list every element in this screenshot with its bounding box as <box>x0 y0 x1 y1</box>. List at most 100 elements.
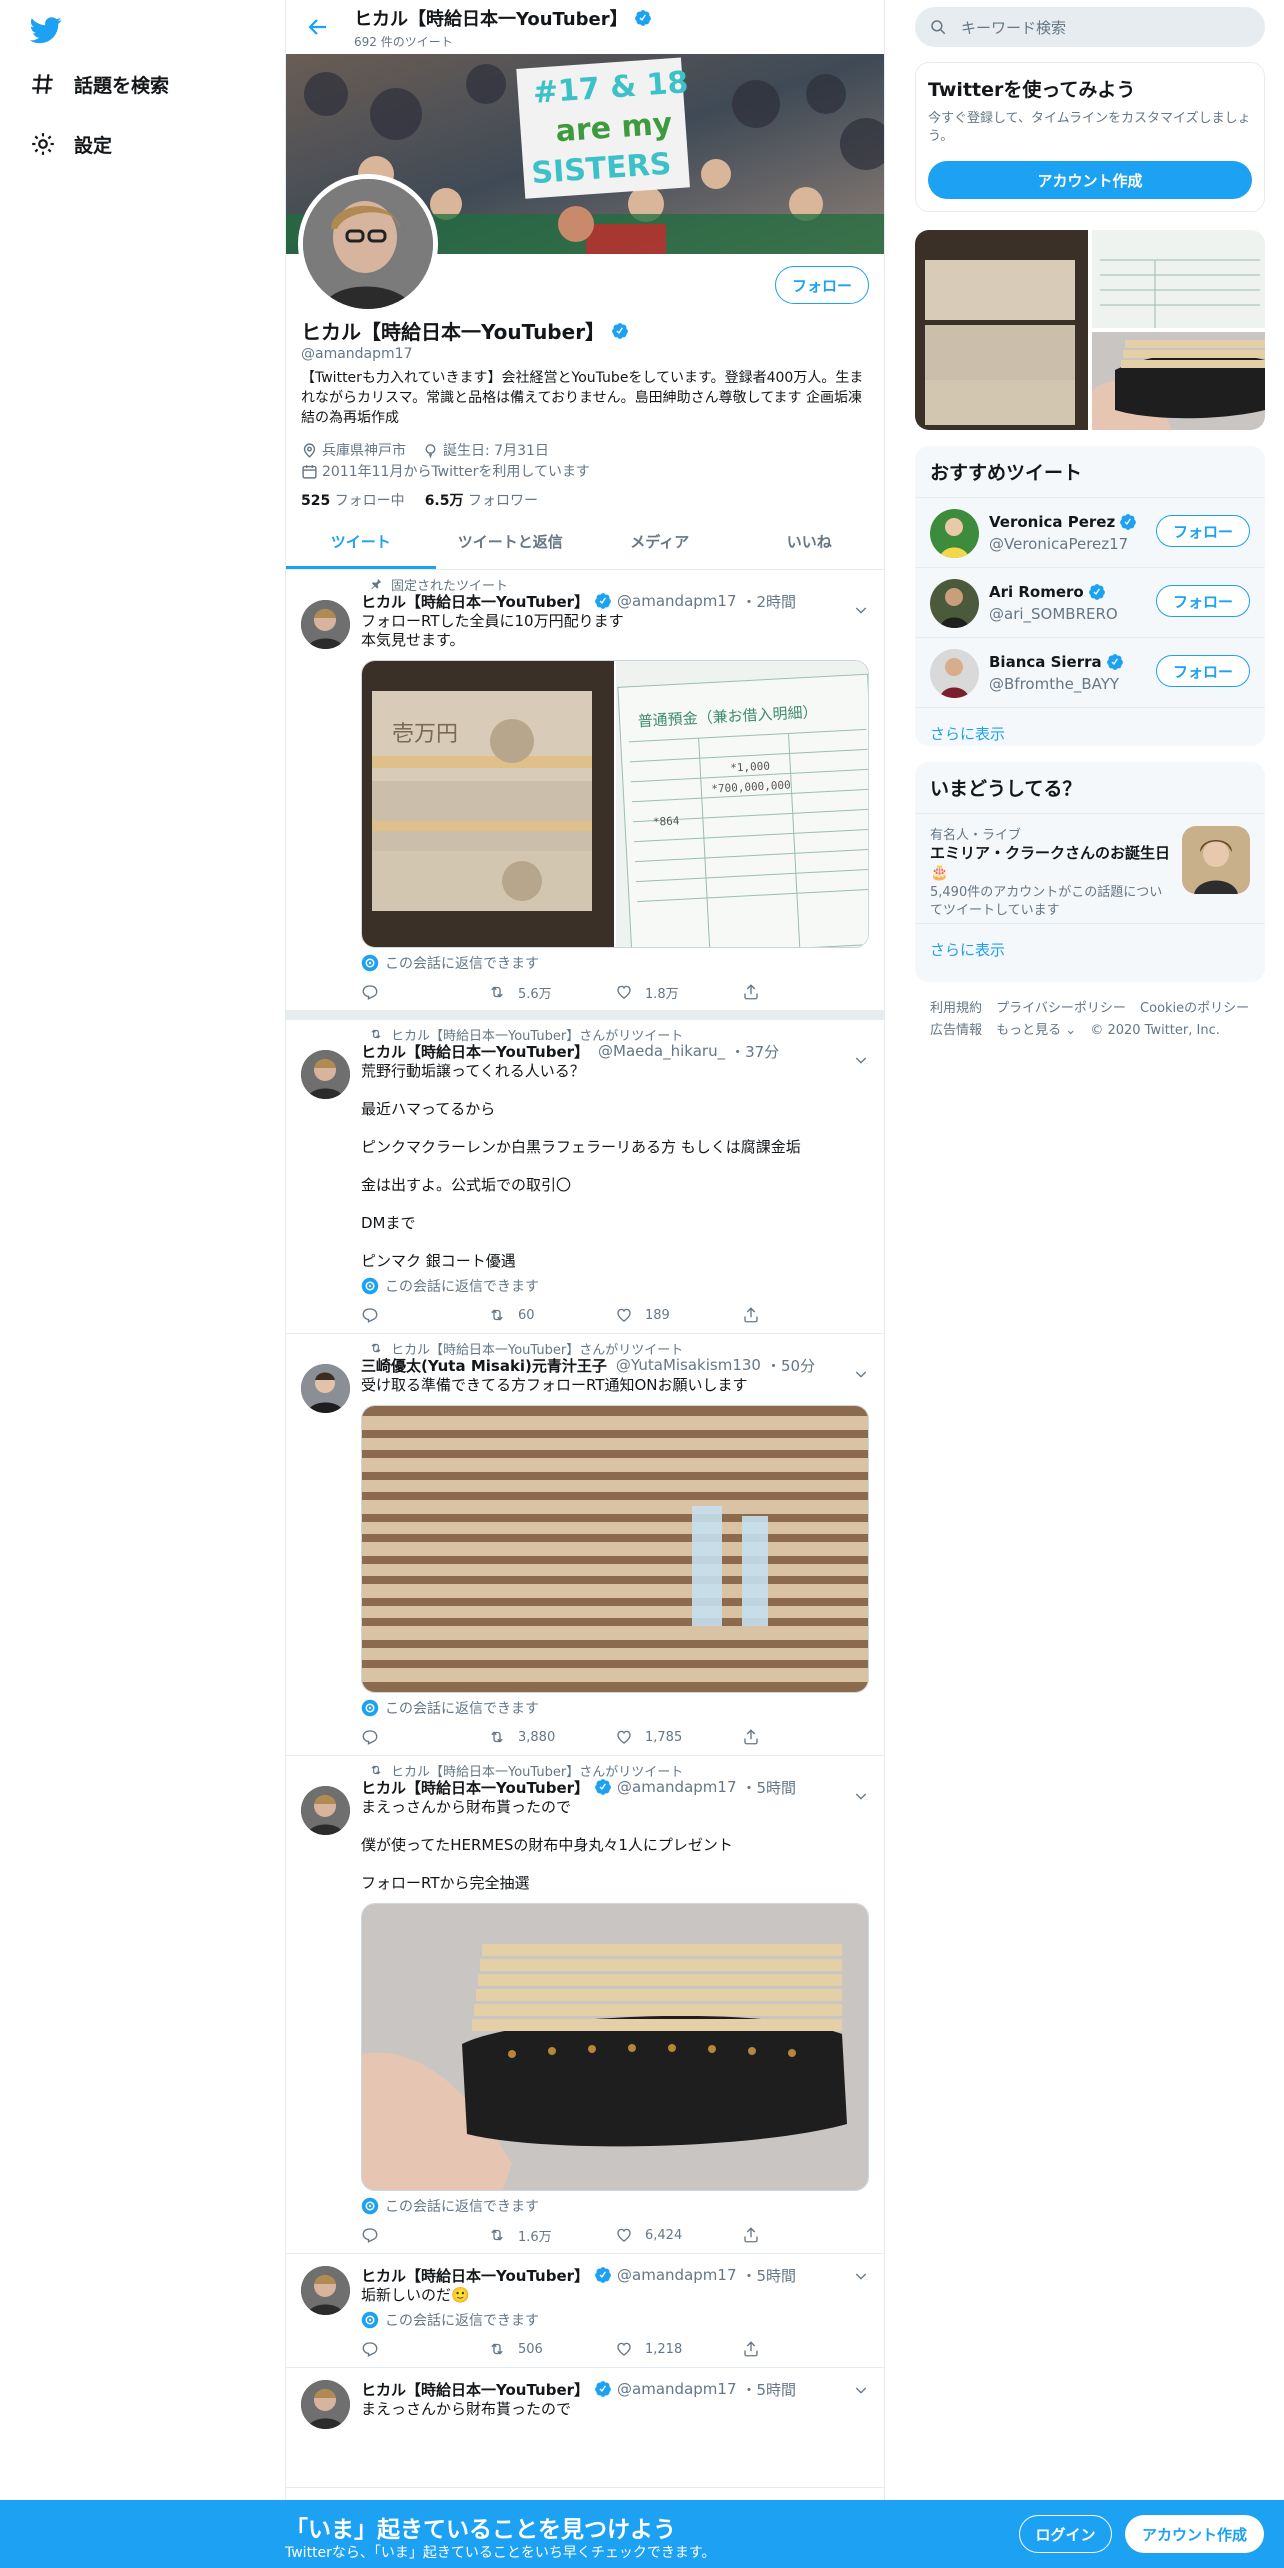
suggested-user[interactable]: Bianca Sierra @Bfromthe_BAYY フォロー <box>915 637 1265 707</box>
tweet[interactable]: ヒカル【時給日本一YouTuber】さんがリツイート 三崎優太(Yuta Mis… <box>286 1334 884 1756</box>
share-button[interactable] <box>742 983 869 1001</box>
tweet-avatar[interactable] <box>301 1786 350 1835</box>
retweet-button[interactable]: 506 <box>488 2340 615 2358</box>
suggested-user-avatar[interactable] <box>930 509 979 558</box>
like-button[interactable]: 1,785 <box>615 1728 742 1746</box>
tweet-avatar[interactable] <box>301 1050 350 1099</box>
tweet[interactable]: ヒカル【時給日本一YouTuber】 @amandapm17 ・5時間 まえっさん… <box>286 2368 884 2488</box>
profile-follow-button[interactable]: フォロー <box>774 266 869 304</box>
tweet[interactable]: ヒカル【時給日本一YouTuber】さんがリツイート ヒカル【時給日本一YouT… <box>286 1756 884 2254</box>
tweet-time[interactable]: ・2時間 <box>741 591 796 612</box>
share-button[interactable] <box>742 2340 869 2358</box>
tweet-author-name[interactable]: ヒカル【時給日本一YouTuber】 <box>361 1777 589 1798</box>
suggested-user-avatar[interactable] <box>930 649 979 698</box>
nav-item-settings[interactable]: 設定 <box>30 126 112 162</box>
chevron-down-icon[interactable] <box>853 2382 869 2398</box>
signup-button[interactable]: アカウント作成 <box>1125 2515 1264 2553</box>
chevron-down-icon[interactable] <box>853 1366 869 1382</box>
retweet-button[interactable]: 1.6万 <box>488 2226 615 2245</box>
retweet-button[interactable]: 3,880 <box>488 1728 615 1746</box>
tweet-author-name[interactable]: 三崎優太(Yuta Misaki)元青汁王子 <box>361 1355 607 1376</box>
create-account-button[interactable]: アカウント作成 <box>928 161 1252 199</box>
following-stat[interactable]: 525 フォロー中 <box>301 490 405 510</box>
tab-likes[interactable]: いいね <box>735 514 885 569</box>
reply-restriction-text: この会話に返信できます <box>385 1701 539 1717</box>
tweet-time[interactable]: ・50分 <box>766 1355 815 1376</box>
reply-button[interactable] <box>361 2340 488 2358</box>
follow-button[interactable]: フォロー <box>1155 655 1250 687</box>
tweet-time[interactable]: ・37分 <box>730 1041 779 1062</box>
tweet-media[interactable] <box>361 1405 869 1693</box>
suggested-user-avatar[interactable] <box>930 579 979 628</box>
tweet-time[interactable]: ・5時間 <box>741 2265 796 2286</box>
suggested-user-handle: @Bfromthe_BAYY <box>989 675 1120 693</box>
follow-button[interactable]: フォロー <box>1155 515 1250 547</box>
tweet-actions: 5.6万 1.8万 <box>361 974 869 1010</box>
tab-media[interactable]: メディア <box>585 514 735 569</box>
like-button[interactable]: 6,424 <box>615 2226 742 2244</box>
share-button[interactable] <box>742 2226 869 2244</box>
reply-button[interactable] <box>361 1306 488 1324</box>
tweet-author-name[interactable]: ヒカル【時給日本一YouTuber】 <box>361 2379 589 2400</box>
footer-link-ads[interactable]: 広告情報 <box>930 1023 982 1038</box>
show-more-link[interactable]: さらに表示 <box>915 707 1265 746</box>
tweet-author-name[interactable]: ヒカル【時給日本一YouTuber】 <box>361 2265 589 2286</box>
reply-icon <box>361 1728 379 1746</box>
like-count: 1.8万 <box>645 986 679 1002</box>
reply-button[interactable] <box>361 1728 488 1746</box>
profile-bio: 【Twitterも力入れていきます】会社経営とYouTubeをしています。登録者… <box>301 370 864 426</box>
followers-stat[interactable]: 6.5万 フォロワー <box>425 490 538 510</box>
suggested-user[interactable]: Veronica Perez @VeronicaPerez17 フォロー <box>915 497 1265 567</box>
reply-button[interactable] <box>361 2226 488 2244</box>
retweet-button[interactable]: 5.6万 <box>488 983 615 1002</box>
signup-card: Twitterを使ってみよう 今すぐ登録して、タイムラインをカスタマイズしましょ… <box>915 62 1265 212</box>
show-more-link[interactable]: さらに表示 <box>915 923 1265 975</box>
follow-button[interactable]: フォロー <box>1155 585 1250 617</box>
media-grid[interactable] <box>915 230 1265 430</box>
tab-tweets[interactable]: ツイート <box>286 514 436 569</box>
tweet-avatar[interactable] <box>301 600 350 649</box>
search-input[interactable]: キーワード検索 <box>961 17 1066 38</box>
footer-link-cookies[interactable]: Cookieのポリシー <box>1140 1001 1249 1016</box>
tweet-avatar[interactable] <box>301 2266 350 2315</box>
chevron-down-icon[interactable] <box>853 1788 869 1804</box>
footer-link-privacy[interactable]: プライバシーポリシー <box>996 1001 1126 1016</box>
trend-item[interactable]: 有名人・ライブ エミリア・クラークさんのお誕生日🎂 5,490件のアカウントがこ… <box>915 813 1265 923</box>
following-label: フォロー中 <box>334 493 405 509</box>
share-button[interactable] <box>742 1728 869 1746</box>
tweet-author-name[interactable]: ヒカル【時給日本一YouTuber】 <box>361 1041 589 1062</box>
like-button[interactable]: 189 <box>615 1306 742 1324</box>
login-button[interactable]: ログイン <box>1019 2515 1112 2553</box>
tweet-time[interactable]: ・5時間 <box>741 2379 796 2400</box>
chevron-down-icon[interactable] <box>853 2268 869 2284</box>
reply-icon <box>361 2226 379 2244</box>
tweet[interactable]: ヒカル【時給日本一YouTuber】 @amandapm17 ・5時間 垢新しいの… <box>286 2254 884 2368</box>
tweet-media[interactable] <box>361 1903 869 2191</box>
search-box[interactable]: キーワード検索 <box>915 7 1265 47</box>
twitter-bird-icon[interactable] <box>30 14 62 46</box>
tab-tweets-and-replies[interactable]: ツイートと返信 <box>436 514 586 569</box>
chevron-down-icon[interactable] <box>853 602 869 618</box>
tweet-time[interactable]: ・5時間 <box>741 1777 796 1798</box>
tweet-avatar[interactable] <box>301 2380 350 2429</box>
profile-avatar[interactable] <box>298 174 438 314</box>
tweet-avatar[interactable] <box>301 1364 350 1413</box>
reply-button[interactable] <box>361 983 488 1001</box>
main-column: ヒカル【時給日本一YouTuber】 692 件のツイート #17 & 18 a… <box>285 0 885 2568</box>
chevron-down-icon[interactable] <box>853 1052 869 1068</box>
share-button[interactable] <box>742 1306 869 1324</box>
back-arrow-icon[interactable] <box>306 15 330 39</box>
like-button[interactable]: 1.8万 <box>615 983 742 1002</box>
nav-item-explore[interactable]: 話題を検索 <box>30 66 169 102</box>
tweet-media[interactable]: 壱万円 普通預金（兼お借入明細） *1,000 *700,000,000 *86… <box>361 660 869 948</box>
tweet-author-name[interactable]: ヒカル【時給日本一YouTuber】 <box>361 591 589 612</box>
suggested-user[interactable]: Ari Romero @ari_SOMBRERO フォロー <box>915 567 1265 637</box>
like-button[interactable]: 1,218 <box>615 2340 742 2358</box>
footer-link-more[interactable]: もっと見る ⌄ <box>996 1023 1076 1038</box>
footer-link-terms[interactable]: 利用規約 <box>930 1001 982 1016</box>
retweet-button[interactable]: 60 <box>488 1306 615 1324</box>
profile-handle: @amandapm17 <box>301 346 413 362</box>
tweet[interactable]: 固定されたツイート ヒカル【時給日本一YouTuber】 @amandapm17… <box>286 570 884 1020</box>
suggested-user-name: Veronica Perez <box>989 513 1116 531</box>
tweet[interactable]: ヒカル【時給日本一YouTuber】さんがリツイート ヒカル【時給日本一YouT… <box>286 1020 884 1334</box>
